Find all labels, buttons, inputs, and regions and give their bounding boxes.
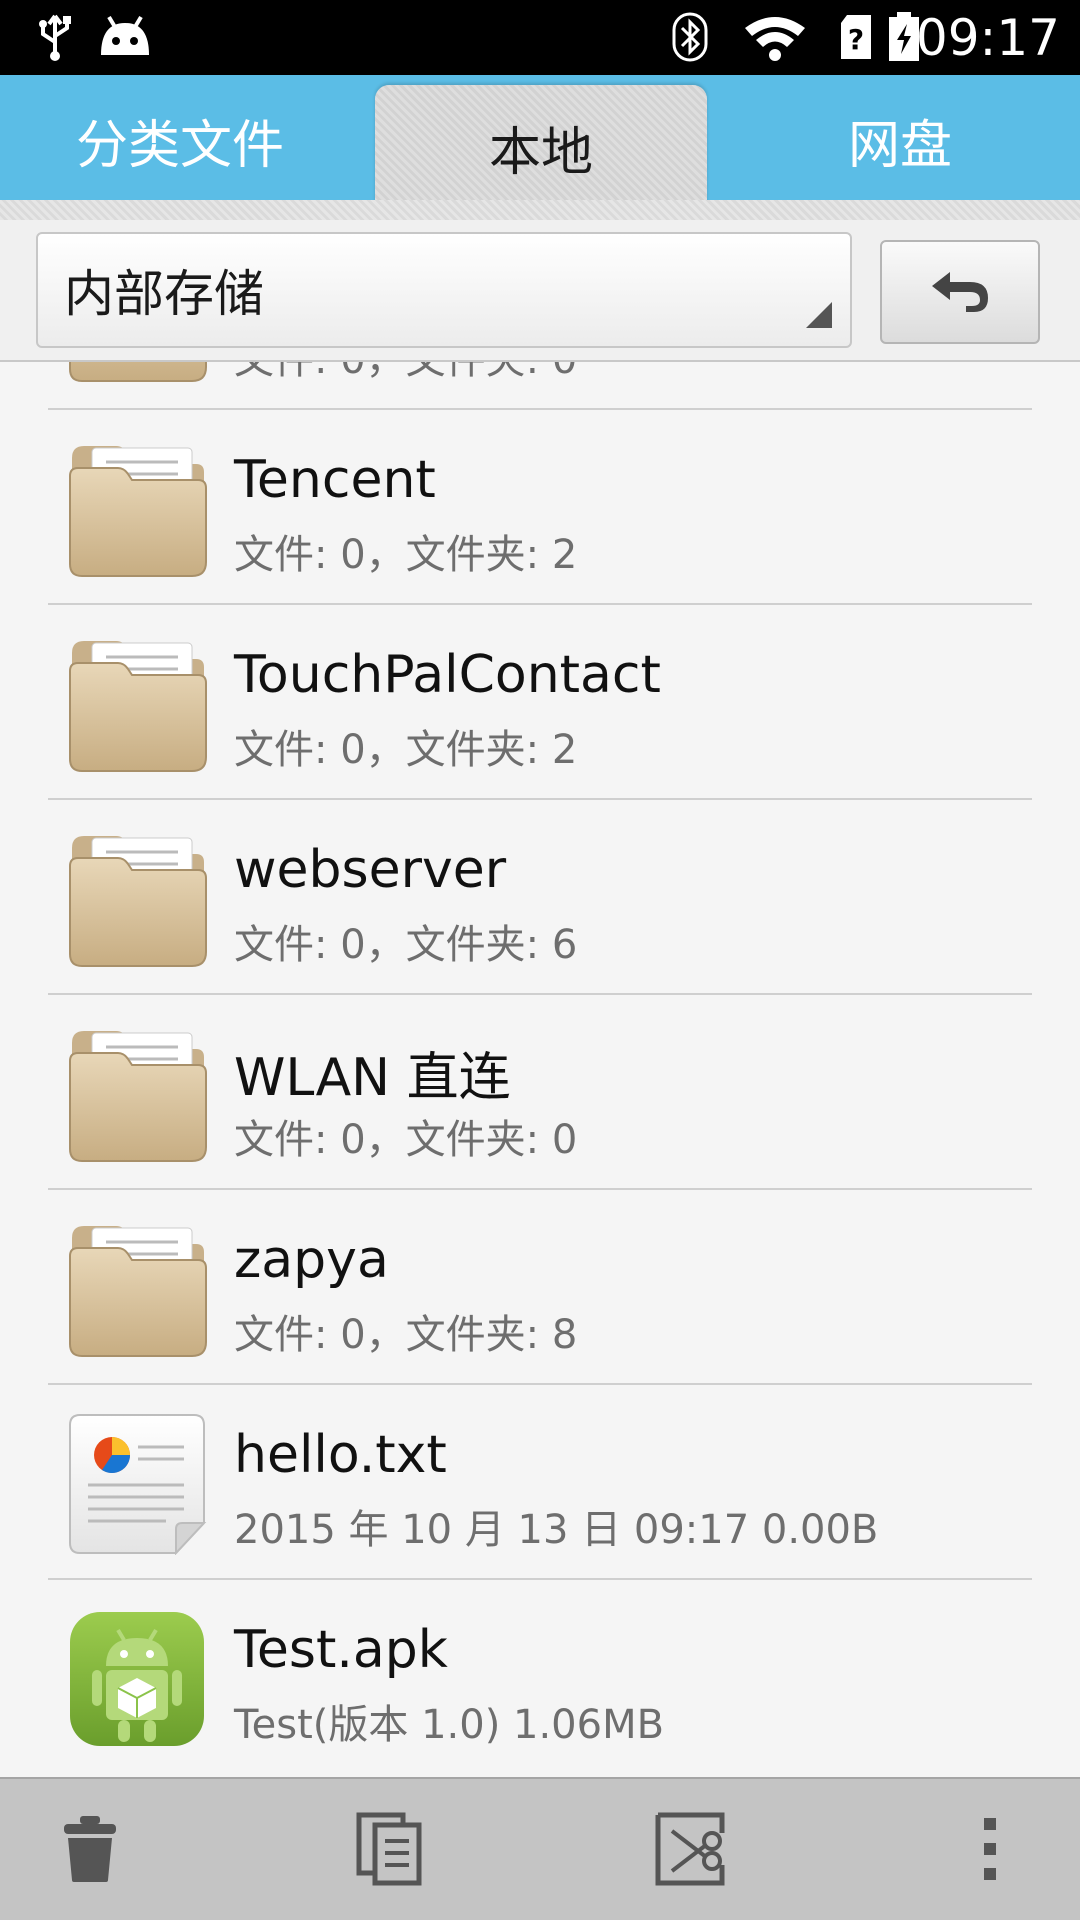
item-meta: 文件: 0，文件夹: 2 [234,727,578,773]
storage-dropdown[interactable]: 内部存储 [36,232,852,348]
item-meta: Test(版本 1.0) 1.06MB [234,1702,665,1748]
list-item[interactable]: hello.txt 2015 年 10 月 13 日 09:17 0.00B [0,1385,1080,1580]
tab-underline [0,200,1080,220]
folder-icon [66,1023,208,1165]
path-bar: 内部存储 [0,220,1080,362]
bluetooth-icon [670,12,710,62]
item-meta: 文件: 0，文件夹: 0 [234,362,577,385]
item-name: TouchPalContact [234,645,661,705]
list-item[interactable]: webserver 文件: 0，文件夹: 6 [0,800,1080,995]
clock: 09:17 [915,9,1060,67]
folder-icon [66,828,208,970]
copy-icon [355,1811,425,1891]
cut-button[interactable] [610,1779,770,1920]
list-item[interactable]: Tencent 文件: 0，文件夹: 2 [0,410,1080,605]
delete-button[interactable] [10,1779,170,1920]
item-name: Test.apk [234,1620,448,1680]
tab-categories[interactable]: 分类文件 [30,75,330,205]
wifi-icon [740,12,810,62]
tab-local[interactable]: 本地 [375,85,707,210]
item-name: webserver [234,840,507,900]
item-name: zapya [234,1230,389,1290]
item-name: hello.txt [234,1425,447,1485]
folder-icon [66,438,208,580]
folder-icon [66,1218,208,1360]
text-file-icon [66,1413,208,1556]
item-name: Tencent [234,450,436,510]
file-list[interactable]: 文件: 0，文件夹: 0 Tencent 文件: 0，文件夹: 2 TouchP… [0,362,1080,1777]
trash-icon [62,1814,118,1888]
list-item[interactable]: TouchPalContact 文件: 0，文件夹: 2 [0,605,1080,800]
status-bar: ? 09:17 [0,0,1080,75]
cut-icon [652,1811,728,1891]
item-meta: 文件: 0，文件夹: 2 [234,532,578,578]
apk-android-icon [66,1608,208,1750]
android-icon [95,12,155,62]
item-meta: 文件: 0，文件夹: 8 [234,1312,578,1358]
svg-text:?: ? [848,23,864,56]
copy-button[interactable] [310,1779,470,1920]
list-item[interactable]: WLAN 直连 文件: 0，文件夹: 0 [0,995,1080,1190]
item-meta: 文件: 0，文件夹: 6 [234,922,578,968]
more-vert-icon [980,1814,1000,1888]
item-meta: 2015 年 10 月 13 日 09:17 0.00B [234,1507,879,1553]
tab-bar: 分类文件 本地 网盘 [0,75,1080,210]
folder-icon [66,362,208,385]
item-meta: 文件: 0，文件夹: 0 [234,1117,578,1163]
list-item[interactable]: zapya 文件: 0，文件夹: 8 [0,1190,1080,1385]
item-name: WLAN 直连 [234,1048,511,1108]
list-item[interactable]: Test.apk Test(版本 1.0) 1.06MB [0,1580,1080,1775]
more-options-button[interactable] [910,1779,1070,1920]
undo-arrow-icon [928,268,992,316]
usb-icon [30,12,80,62]
folder-icon [66,633,208,775]
list-item[interactable]: 文件: 0，文件夹: 0 [0,362,1080,410]
storage-label: 内部存储 [64,265,264,323]
dropdown-arrow-icon [806,302,832,328]
back-button[interactable] [880,240,1040,344]
sim-unknown-icon: ? [838,12,874,62]
bottom-action-bar [0,1777,1080,1920]
tab-cloud-drive[interactable]: 网盘 [750,75,1050,205]
